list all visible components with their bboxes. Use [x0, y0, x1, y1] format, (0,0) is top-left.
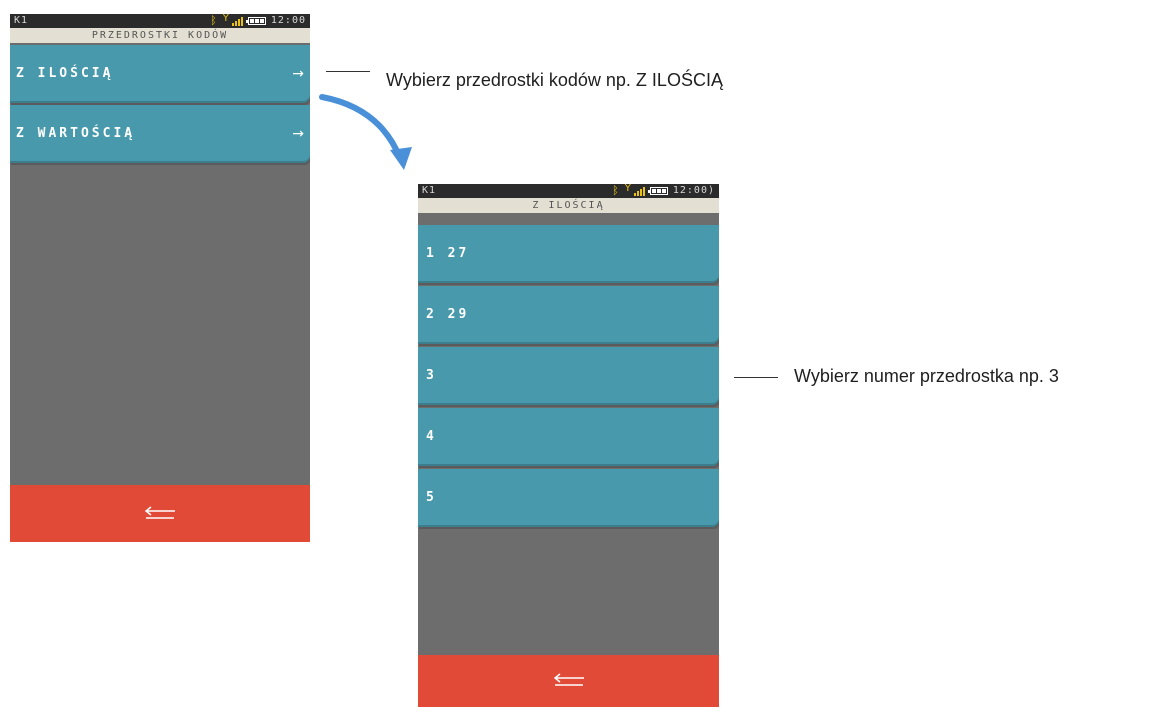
callout-line-1: [326, 71, 370, 72]
callout-line-2: [734, 377, 778, 378]
callout-text-2: Wybierz numer przedrostka np. 3: [794, 366, 1059, 386]
connector-arrow: [319, 94, 412, 170]
callout-text-1: Wybierz przedrostki kodów np. Z ILOŚCIĄ: [386, 70, 723, 90]
